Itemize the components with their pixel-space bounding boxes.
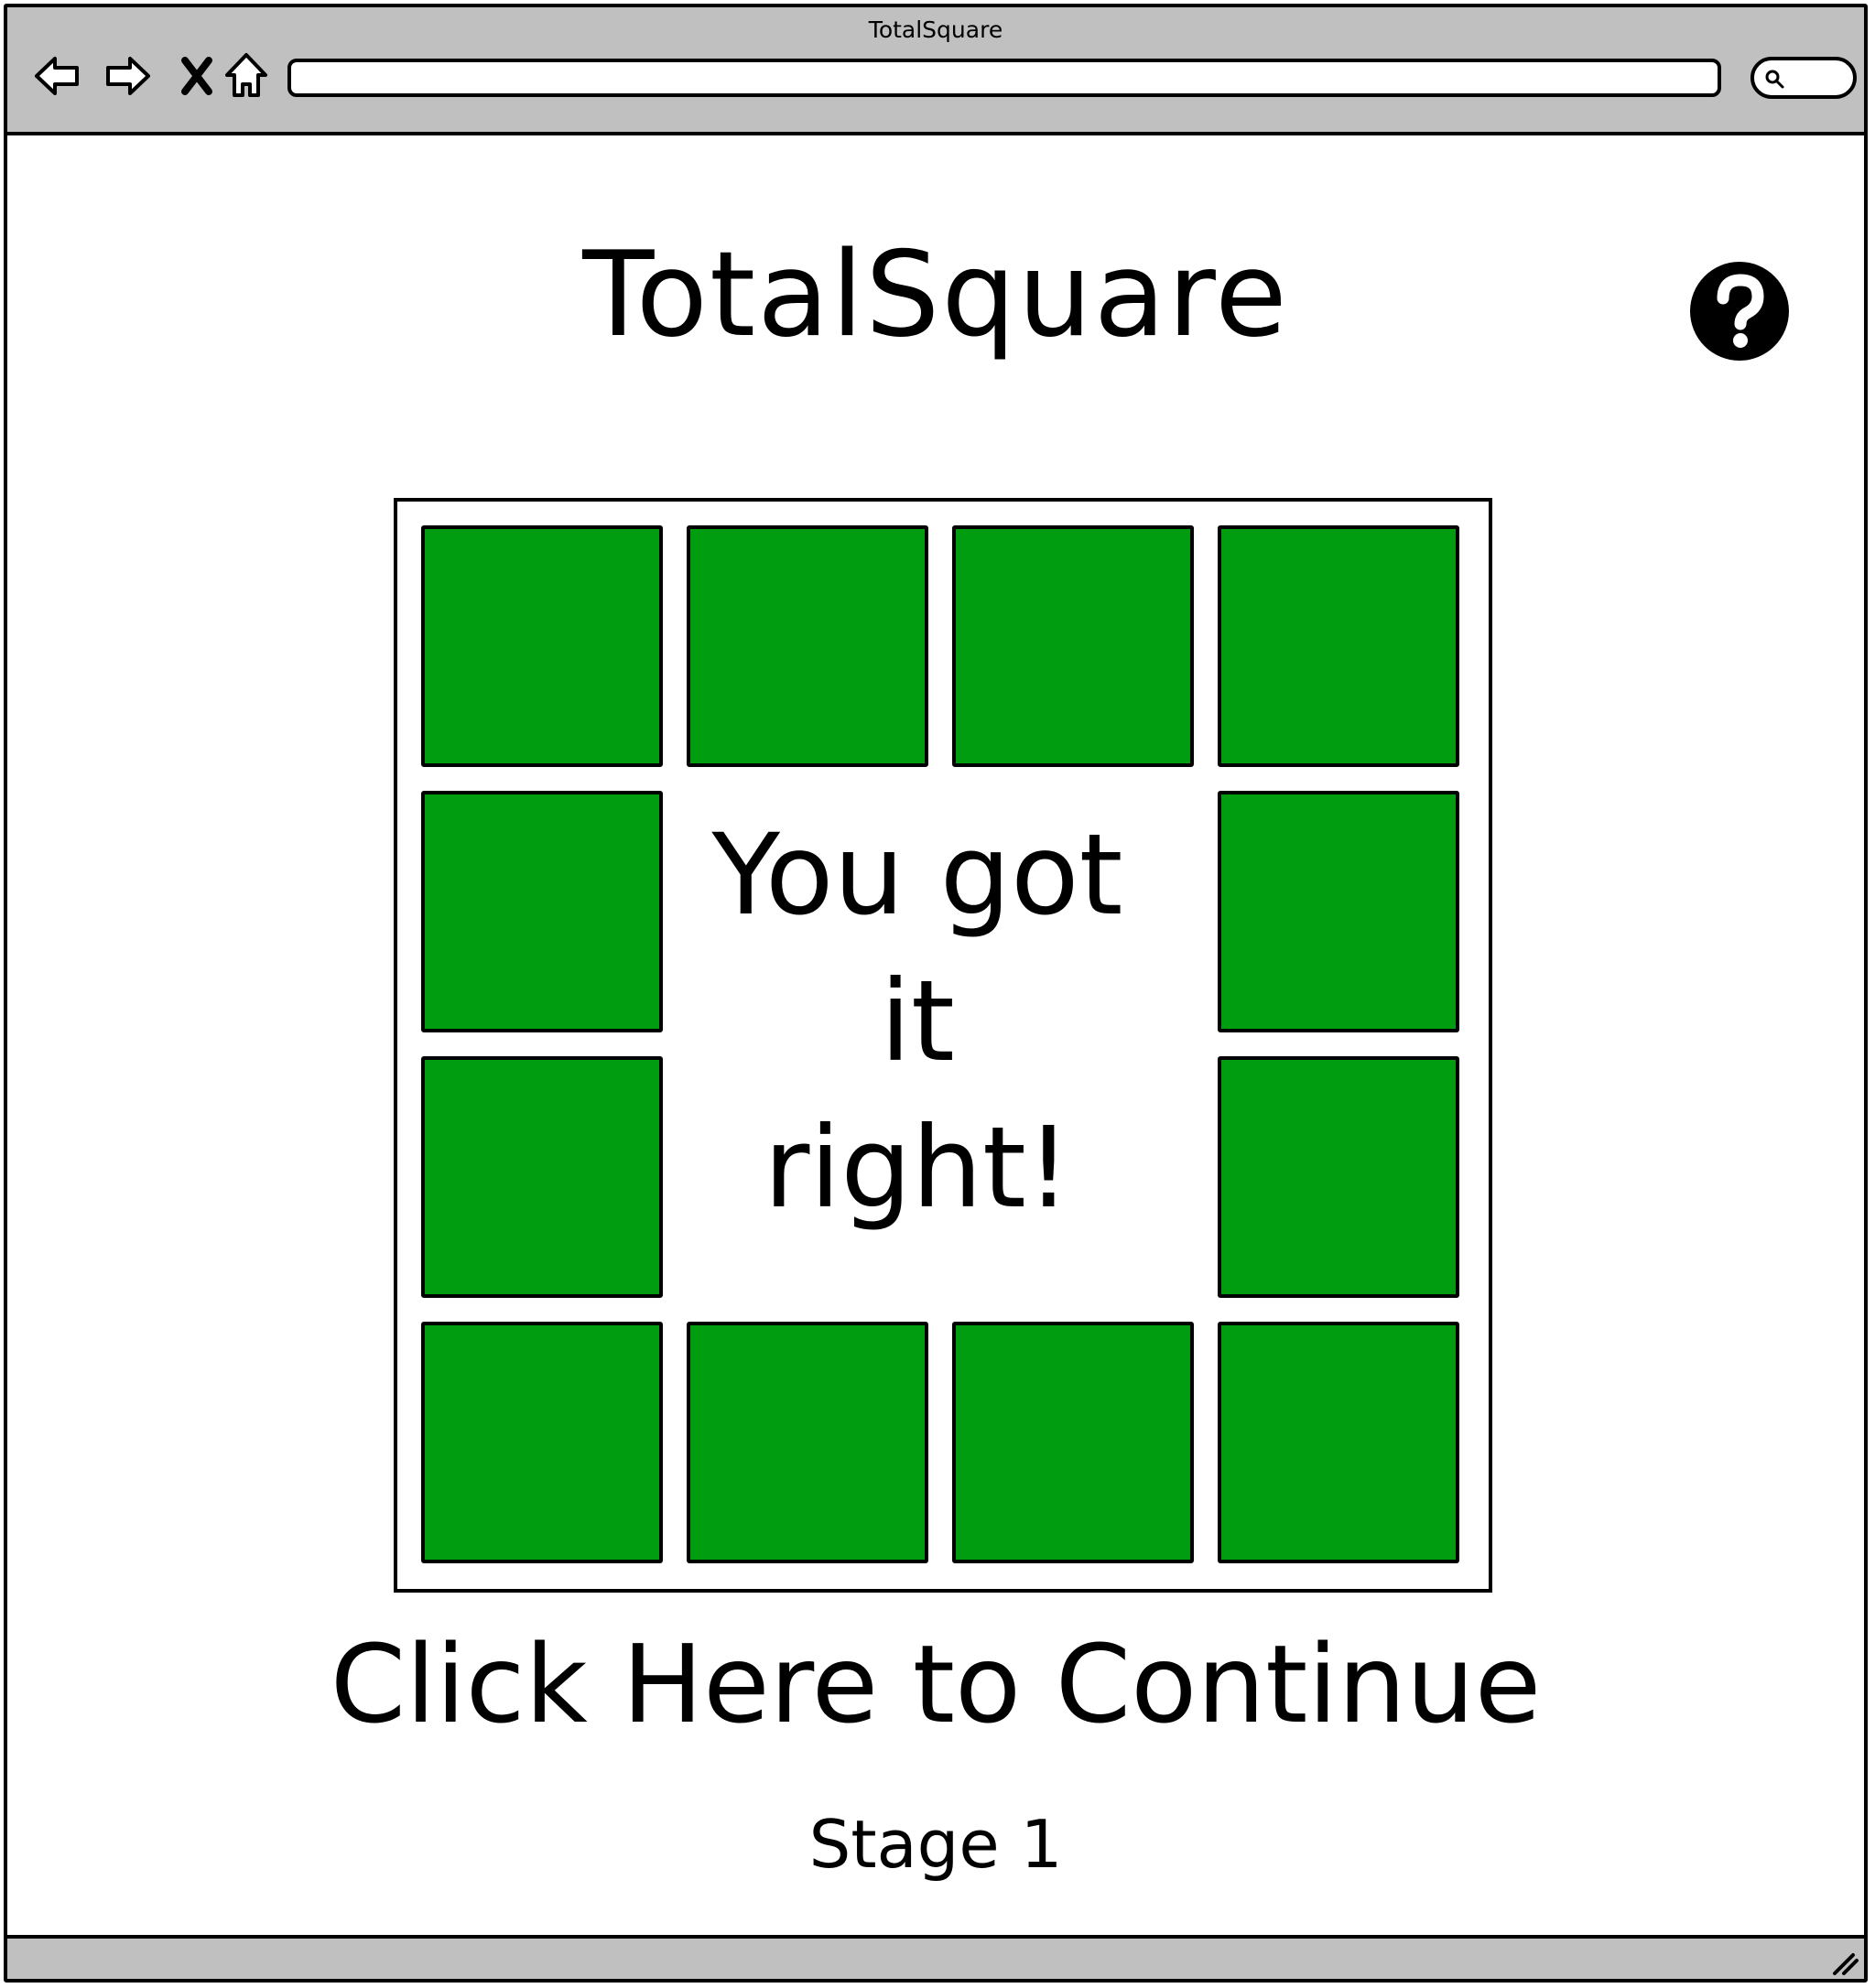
game-board: You got it right! xyxy=(394,498,1492,1593)
page-title: TotalSquare xyxy=(582,227,1289,363)
close-icon[interactable] xyxy=(170,49,223,103)
tile-r1c3[interactable] xyxy=(952,525,1194,767)
forward-arrow-icon[interactable] xyxy=(101,49,154,103)
result-message: You got it right! xyxy=(643,800,1192,1243)
tile-r2c1[interactable] xyxy=(421,791,663,1032)
question-mark-icon[interactable] xyxy=(1688,260,1791,362)
tile-r1c4[interactable] xyxy=(1218,525,1459,767)
tile-r4c4[interactable] xyxy=(1218,1322,1459,1563)
tile-r2c4[interactable] xyxy=(1218,791,1459,1032)
tile-r4c3[interactable] xyxy=(952,1322,1194,1563)
result-line: right! xyxy=(764,1103,1071,1233)
tile-r4c1[interactable] xyxy=(421,1322,663,1563)
resize-grip-icon[interactable] xyxy=(1826,1942,1860,1977)
address-bar[interactable] xyxy=(287,59,1721,97)
back-arrow-icon[interactable] xyxy=(31,49,84,103)
result-line: You got xyxy=(711,810,1123,940)
tile-r3c1[interactable] xyxy=(421,1056,663,1298)
tile-r4c2[interactable] xyxy=(687,1322,928,1563)
search-icon xyxy=(1765,70,1784,89)
tile-r3c4[interactable] xyxy=(1218,1056,1459,1298)
home-icon[interactable] xyxy=(220,49,273,103)
page-content: TotalSquare You got it right! Click Here… xyxy=(7,135,1864,1946)
stage-label: Stage 1 xyxy=(808,1806,1063,1883)
tile-r1c2[interactable] xyxy=(687,525,928,767)
window-title: TotalSquare xyxy=(868,16,1003,43)
tile-r1c1[interactable] xyxy=(421,525,663,767)
status-bar xyxy=(7,1935,1864,1979)
browser-window: TotalSquare TotalSquare You got it right… xyxy=(4,4,1868,1983)
continue-link[interactable]: Click Here to Continue xyxy=(7,1620,1864,1748)
browser-chrome: TotalSquare xyxy=(7,7,1864,135)
result-line: it xyxy=(880,956,955,1086)
browser-search-field[interactable] xyxy=(1750,57,1857,99)
